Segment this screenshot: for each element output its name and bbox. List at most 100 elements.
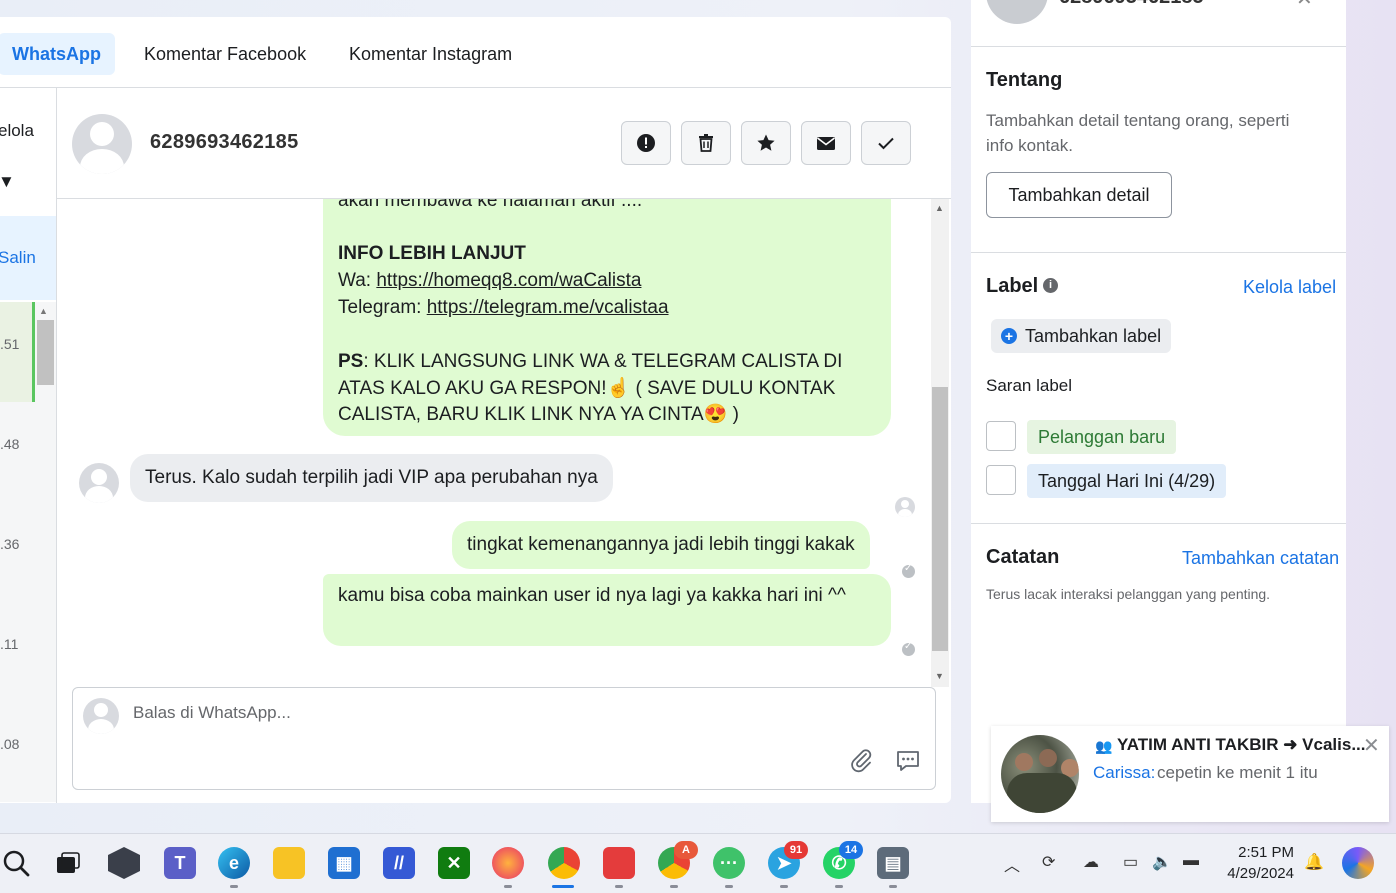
add-detail-button[interactable]: Tambahkan detail: [986, 172, 1172, 218]
whatsapp-icon[interactable]: ✆ 14: [823, 841, 863, 879]
message-text: ATAS KALO AKU GA RESPON!☝️ ( SAVE DULU K…: [338, 378, 836, 399]
suggestion-checkbox[interactable]: [986, 465, 1016, 495]
close-icon[interactable]: ✕: [1363, 733, 1380, 758]
chrome-icon[interactable]: [548, 847, 580, 879]
xbox-icon[interactable]: ✕: [438, 847, 470, 879]
firefox-icon[interactable]: [492, 847, 524, 879]
star-icon: [757, 134, 775, 151]
strip-salin-text[interactable]: Salin: [0, 248, 36, 268]
mark-unread-button[interactable]: [801, 121, 851, 165]
calculator-icon[interactable]: ▤: [877, 847, 909, 879]
plus-icon: +: [1001, 328, 1017, 344]
outgoing-message-bubble: kamu bisa coba mainkan user id nya lagi …: [323, 574, 891, 646]
star-button[interactable]: [741, 121, 791, 165]
tab-komentar-facebook[interactable]: Komentar Facebook: [130, 33, 320, 75]
windows-taskbar: T e ▦ // ✕ A ··· ➤ 91 ✆ 14 ▤ ︿ ⟳ ☁ ▭ 🔈 ▬…: [0, 833, 1396, 893]
telegram-link[interactable]: https://telegram.me/vcalistaa: [427, 297, 669, 318]
chevron-up-icon[interactable]: ︿: [1004, 852, 1020, 876]
telegram-prefix: Telegram:: [338, 297, 427, 318]
battery-icon[interactable]: ▬: [1183, 852, 1199, 870]
microsoft-store-icon[interactable]: ▦: [328, 847, 360, 879]
chrome-profile-icon[interactable]: A: [658, 841, 698, 879]
suggested-label-today[interactable]: Tanggal Hari Ini (4/29): [1027, 464, 1227, 498]
tab-whatsapp[interactable]: WhatsApp: [0, 33, 115, 75]
telegram-icon[interactable]: ➤ 91: [768, 841, 808, 879]
add-note-link[interactable]: Tambahkan catatan: [1182, 548, 1339, 569]
chat-notification[interactable]: 👥 YATIM ANTI TAKBIR ➜ Vcalis... ✕ Cariss…: [991, 726, 1389, 822]
quick-reply-icon[interactable]: [895, 748, 921, 774]
suggested-labels-heading: Saran label: [986, 376, 1073, 395]
catatan-description: Terus lacak interaksi pelanggan yang pen…: [986, 586, 1271, 602]
ps-label: PS: [338, 351, 364, 372]
telegram-unread-badge: 91: [784, 841, 808, 859]
edge-icon[interactable]: e: [218, 847, 250, 879]
delete-button[interactable]: [681, 121, 731, 165]
thread-scrollbar-thumb[interactable]: [932, 387, 948, 651]
contact-details-panel: 6289693462185 ✕ Tentang Tambahkan detail…: [971, 0, 1346, 803]
strip-kelola-text[interactable]: elola: [0, 121, 34, 141]
cube-app-icon[interactable]: [108, 847, 140, 879]
editor-app-icon[interactable]: //: [383, 847, 415, 879]
thread-scrollbar[interactable]: ▲ ▼: [931, 199, 949, 687]
alert-icon: [637, 134, 655, 152]
info-icon[interactable]: i: [1043, 278, 1058, 293]
sync-icon[interactable]: ⟳: [1042, 852, 1055, 872]
contact-number: 6289693462185: [1059, 0, 1204, 9]
suggestion-checkbox[interactable]: [986, 421, 1016, 451]
messages-icon[interactable]: ···: [713, 847, 745, 879]
conversation-time[interactable]: .51: [0, 336, 19, 352]
sender-avatar: [79, 463, 119, 503]
scroll-up-arrow-icon[interactable]: ▲: [935, 203, 944, 213]
label-heading: Label: [986, 275, 1039, 297]
reply-input[interactable]: [131, 702, 735, 724]
search-icon[interactable]: [0, 847, 32, 879]
outgoing-message-bubble: akan membawa ke halaman aktif .... INFO …: [323, 199, 891, 436]
volume-icon[interactable]: 🔈: [1152, 852, 1172, 872]
conversation-time[interactable]: .08: [0, 736, 19, 752]
group-avatar: [1001, 735, 1079, 813]
delivered-check-icon: [902, 563, 915, 578]
whatsapp-unread-badge: 14: [839, 841, 863, 859]
wa-link[interactable]: https://homeqq8.com/waCalista: [376, 270, 641, 291]
file-explorer-icon[interactable]: [273, 847, 305, 879]
paperclip-icon[interactable]: [849, 748, 875, 774]
add-label-button[interactable]: + Tambahkan label: [991, 319, 1172, 353]
report-button[interactable]: [621, 121, 671, 165]
message-text: akan membawa ke halaman aktif ....: [338, 199, 643, 211]
cloud-icon[interactable]: ☁: [1083, 852, 1099, 872]
group-icon: 👥: [1095, 738, 1113, 754]
envelope-icon: [817, 137, 835, 150]
conversation-time[interactable]: .36: [0, 536, 19, 552]
check-icon: [878, 137, 894, 150]
ps-text: : KLIK LANGSUNG LINK WA & TELEGRAM CALIS…: [363, 351, 843, 372]
manage-labels-link[interactable]: Kelola label: [1243, 277, 1336, 298]
running-indicator: [780, 885, 788, 888]
task-view-icon[interactable]: [52, 847, 84, 879]
clock-time[interactable]: 2:51 PM: [1230, 844, 1294, 861]
scroll-down-arrow-icon[interactable]: ▼: [935, 671, 944, 681]
suggested-label-new-customer[interactable]: Pelanggan baru: [1027, 420, 1177, 454]
notification-bell-icon[interactable]: 🔔: [1304, 852, 1324, 872]
running-indicator: [889, 885, 897, 888]
tentang-description: Tambahkan detail tentang orang, seperti …: [986, 111, 1290, 155]
caret-down-icon[interactable]: ▼: [0, 172, 15, 192]
inbox-card: WhatsApp Komentar Facebook Komentar Inst…: [0, 17, 951, 803]
anydesk-icon[interactable]: [603, 847, 635, 879]
incoming-message-bubble: Terus. Kalo sudah terpilih jadi VIP apa …: [130, 454, 613, 502]
close-icon[interactable]: ✕: [1296, 0, 1313, 11]
conversation-item-active[interactable]: [0, 302, 34, 402]
conversation-time[interactable]: .11: [0, 636, 18, 652]
display-icon[interactable]: ▭: [1123, 852, 1138, 872]
clock-date[interactable]: 4/29/2024: [1222, 865, 1294, 882]
teams-icon[interactable]: T: [164, 847, 196, 879]
conversation-list-strip: elola ▼ Salin .51 .48 .36 .11 .08 ▲: [0, 88, 57, 803]
add-label-text: Tambahkan label: [1025, 326, 1162, 346]
contact-avatar-large: [986, 0, 1048, 24]
message-text: CALISTA, BARU KLIK LINK NYA YA CINTA😍 ): [338, 404, 739, 425]
scroll-up-arrow-icon[interactable]: ▲: [39, 306, 48, 316]
tab-komentar-instagram[interactable]: Komentar Instagram: [335, 33, 526, 75]
conversation-time[interactable]: .48: [0, 436, 19, 452]
mark-done-button[interactable]: [861, 121, 911, 165]
list-scrollbar-thumb[interactable]: [37, 320, 54, 385]
copilot-icon[interactable]: [1342, 847, 1374, 879]
